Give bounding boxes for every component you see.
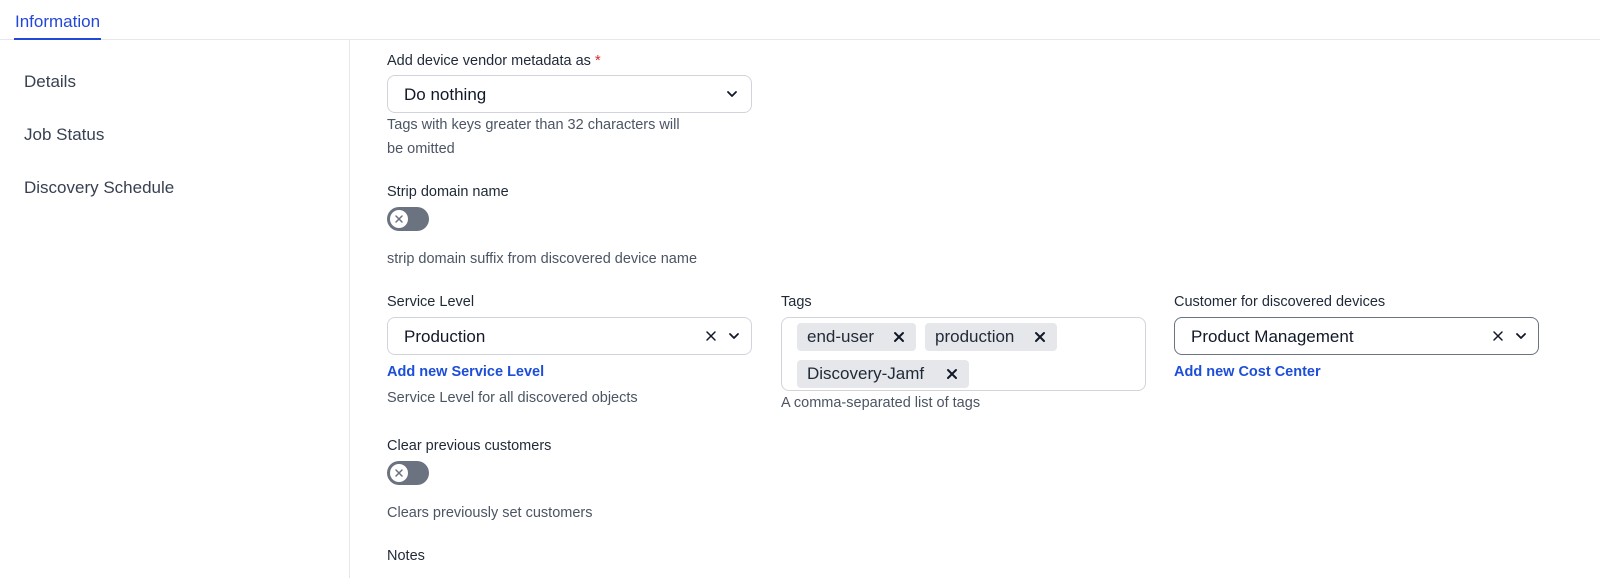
service-level-help: Service Level for all discovered objects xyxy=(387,390,638,406)
tag-chip-label: end-user xyxy=(807,327,875,346)
vendor-metadata-help-1: Tags with keys greater than 32 character… xyxy=(387,117,680,133)
clear-icon[interactable] xyxy=(704,329,718,343)
close-icon xyxy=(395,215,403,223)
remove-tag-icon[interactable] xyxy=(945,367,959,381)
tags-input[interactable]: end-user production Discovery-Jamf xyxy=(781,317,1146,391)
add-cost-center-link[interactable]: Add new Cost Center xyxy=(1174,364,1321,380)
strip-domain-help: strip domain suffix from discovered devi… xyxy=(387,251,698,267)
chevron-down-icon xyxy=(729,333,739,339)
vendor-metadata-select[interactable]: Do nothing xyxy=(387,75,752,113)
sidebar-item-details[interactable]: Details xyxy=(24,71,76,93)
customer-label: Customer for discovered devices xyxy=(1174,294,1386,310)
strip-domain-label: Strip domain name xyxy=(387,184,509,200)
tag-chip-label: Discovery-Jamf xyxy=(807,364,925,383)
clear-customers-toggle[interactable] xyxy=(387,461,429,485)
clear-icon[interactable] xyxy=(1491,329,1505,343)
tag-chip: production xyxy=(925,323,1057,351)
remove-tag-icon[interactable] xyxy=(1033,330,1047,344)
tag-chip: Discovery-Jamf xyxy=(797,360,969,388)
chevron-down-icon xyxy=(1516,333,1526,339)
toggle-knob xyxy=(390,464,408,482)
customer-value: Product Management xyxy=(1191,327,1354,346)
sidebar-item-job-status[interactable]: Job Status xyxy=(24,124,104,146)
tags-help: A comma-separated list of tags xyxy=(781,395,981,411)
add-service-level-link[interactable]: Add new Service Level xyxy=(387,364,544,380)
clear-customers-label: Clear previous customers xyxy=(387,438,552,454)
required-mark: * xyxy=(594,53,601,69)
strip-domain-toggle[interactable] xyxy=(387,207,429,231)
tab-bar: Information xyxy=(0,0,1600,40)
customer-select[interactable]: Product Management xyxy=(1174,317,1539,355)
vendor-metadata-label: Add device vendor metadata as * xyxy=(387,52,601,70)
vendor-metadata-help-2: be omitted xyxy=(387,141,455,157)
tags-label: Tags xyxy=(781,294,812,310)
tag-chip: end-user xyxy=(797,323,916,351)
tab-information[interactable]: Information xyxy=(14,11,102,40)
tag-chip-label: production xyxy=(935,327,1015,346)
close-icon xyxy=(395,469,403,477)
remove-tag-icon[interactable] xyxy=(892,330,906,344)
clear-customers-help: Clears previously set customers xyxy=(387,505,593,521)
toggle-knob xyxy=(390,210,408,228)
main-form: Add device vendor metadata as * Do nothi… xyxy=(351,40,1600,578)
vendor-metadata-label-text: Add device vendor metadata as xyxy=(387,53,591,69)
chevron-down-icon xyxy=(727,91,737,97)
notes-label: Notes xyxy=(387,548,425,564)
service-level-label: Service Level xyxy=(387,294,475,310)
service-level-value: Production xyxy=(404,327,486,346)
vendor-metadata-value: Do nothing xyxy=(404,85,487,104)
sidebar: Details Job Status Discovery Schedule xyxy=(0,40,350,578)
service-level-select[interactable]: Production xyxy=(387,317,752,355)
sidebar-item-discovery-schedule[interactable]: Discovery Schedule xyxy=(24,177,174,199)
